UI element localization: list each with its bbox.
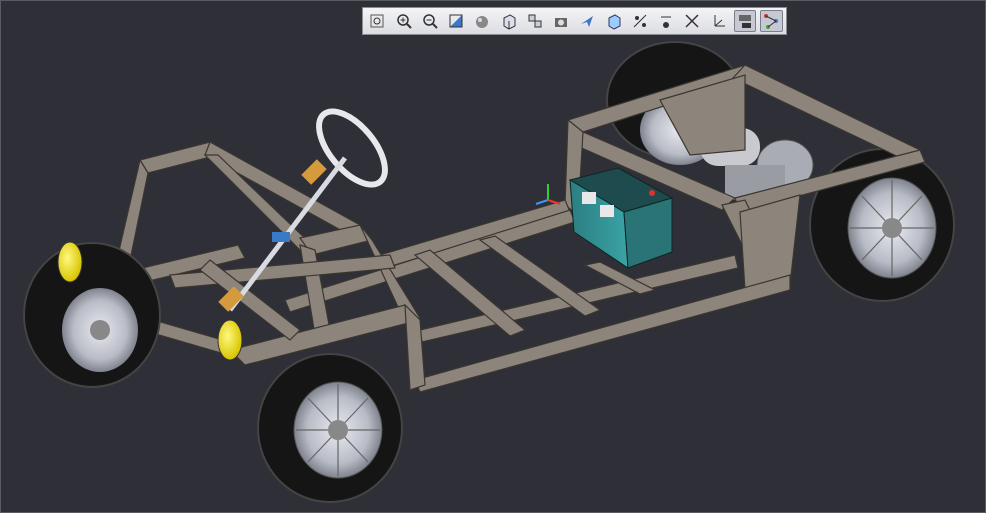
- iso-view-button[interactable]: [497, 10, 520, 32]
- zoom-in-button[interactable]: [392, 10, 415, 32]
- capture-button[interactable]: [550, 10, 573, 32]
- fit-all-icon: [370, 14, 384, 28]
- tree-icon: [764, 14, 779, 29]
- axis-button[interactable]: [707, 10, 730, 32]
- 3d-viewport[interactable]: [0, 0, 986, 513]
- battery: [568, 167, 674, 269]
- capture-icon: [555, 18, 568, 27]
- cube-view-button[interactable]: [602, 10, 625, 32]
- front-left-wheel: [23, 242, 161, 388]
- zoom-out-icon: [423, 14, 438, 29]
- normal-view-icon: [449, 14, 463, 28]
- swap-visible-button[interactable]: [655, 10, 678, 32]
- headlight-right: [217, 319, 243, 361]
- hide-icon: [685, 14, 699, 28]
- hide-show-icon: [633, 14, 647, 28]
- multi-view-button[interactable]: [524, 10, 547, 32]
- shading-icon: [476, 16, 489, 28]
- selection-icon: [738, 15, 751, 28]
- headlight-left: [57, 241, 83, 283]
- chassis-frame: [71, 64, 926, 393]
- swap-visible-icon: [661, 16, 672, 28]
- axis-triad: [535, 184, 561, 205]
- iso-view-icon: [503, 14, 516, 30]
- shading-button[interactable]: [471, 10, 494, 32]
- fly-mode-icon: [581, 16, 594, 27]
- hide-button[interactable]: [681, 10, 704, 32]
- multi-view-icon: [528, 14, 542, 28]
- front-right-wheel: [257, 353, 403, 503]
- tree-button[interactable]: [759, 10, 783, 32]
- zoom-out-button[interactable]: [419, 10, 442, 32]
- fly-mode-button[interactable]: [576, 10, 599, 32]
- fit-all-button[interactable]: [366, 10, 389, 32]
- axis-icon: [714, 15, 725, 27]
- cube-view-icon: [608, 14, 621, 30]
- chassis-3d-model[interactable]: [0, 0, 986, 513]
- hide-show-button[interactable]: [629, 10, 652, 32]
- zoom-in-icon: [396, 14, 412, 29]
- selection-button[interactable]: [733, 10, 757, 32]
- view-toolbar: [362, 7, 787, 35]
- normal-view-button[interactable]: [445, 10, 468, 32]
